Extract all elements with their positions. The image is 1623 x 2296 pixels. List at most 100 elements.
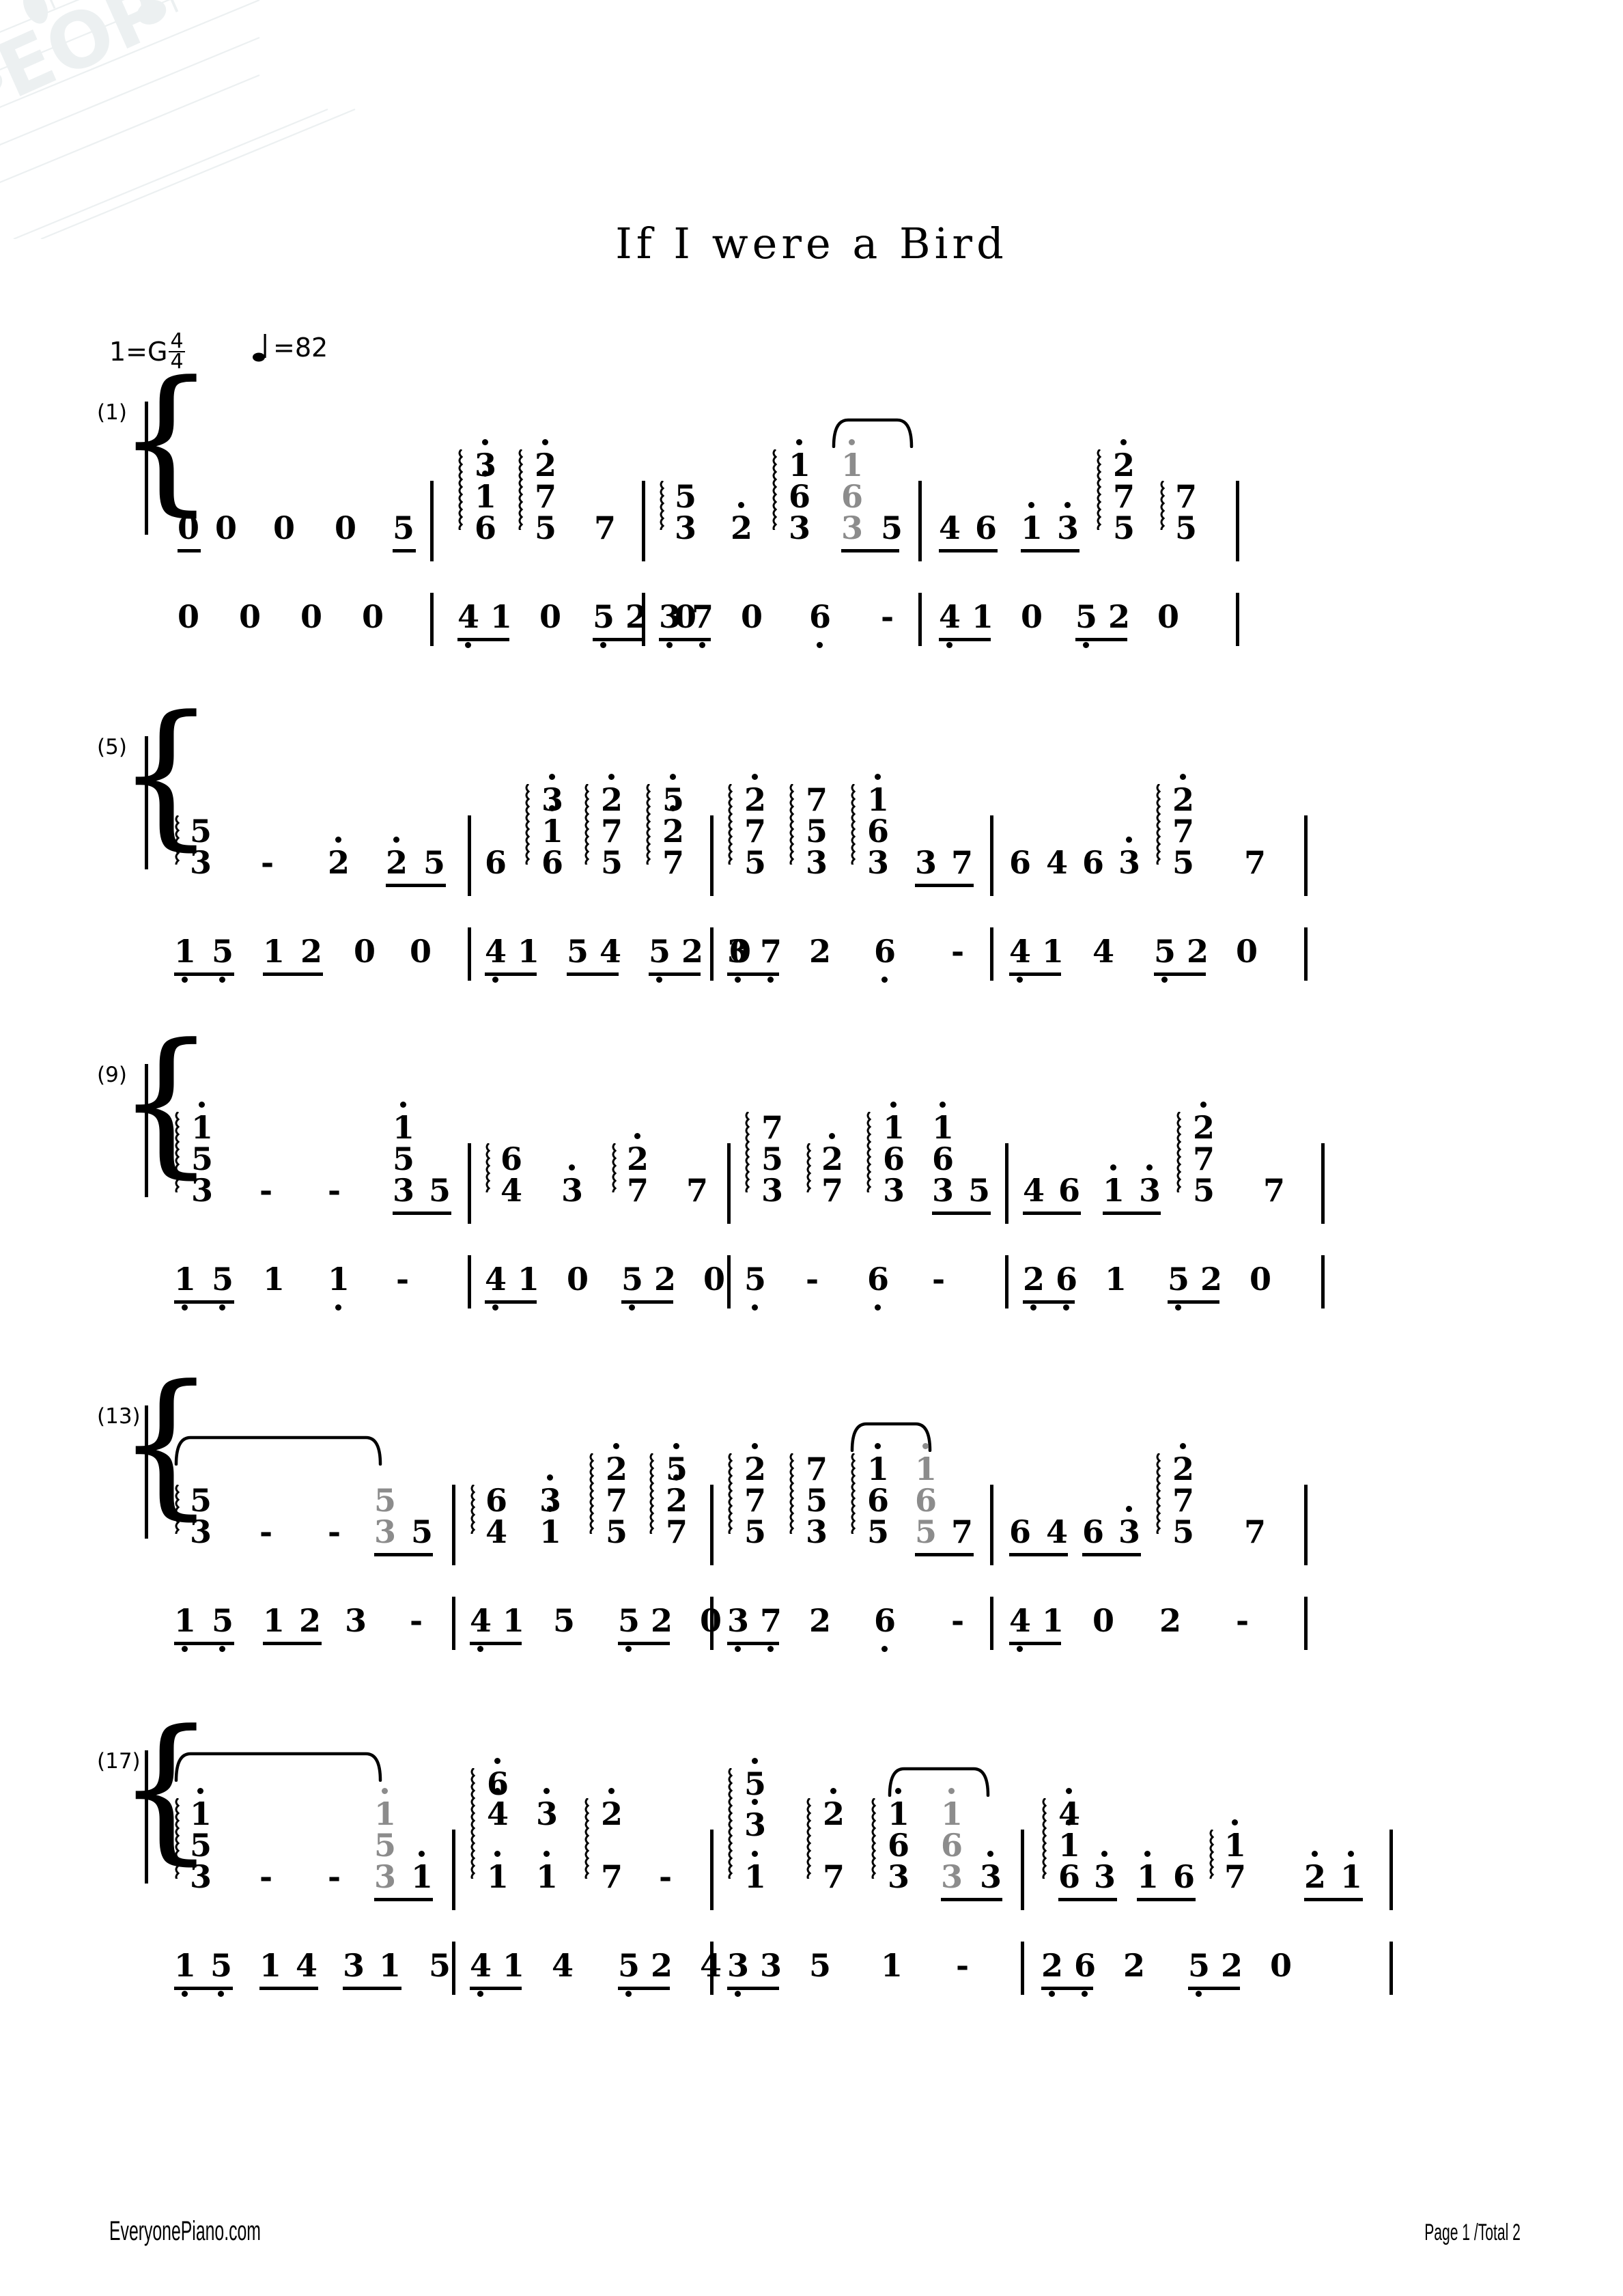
beam-line [178,549,201,552]
note-number: 6 [841,478,864,515]
octave-up-dot [382,1788,388,1794]
note-number: 1 [475,478,497,515]
note-number: 6 [1074,1947,1097,1984]
sustain-dash: - [806,1261,819,1298]
arpeggio-icon [728,784,733,865]
note-number: 7 [606,1482,628,1519]
note-number: 3 [932,1172,955,1209]
octave-down-dot [1161,977,1168,983]
beam-line [841,549,899,552]
note-number: 2 [821,1140,844,1177]
barline [710,1485,714,1565]
note-number: 7 [692,598,714,635]
arpeggio-icon [584,784,590,865]
beam-line [1058,1898,1117,1901]
beam-line [621,1300,673,1304]
beam-line [727,1987,779,1990]
sustain-dash: - [261,844,274,881]
sustain-dash: - [259,1172,273,1209]
sustain-dash: - [1236,1602,1250,1639]
note-number: 3 [1057,509,1079,546]
octave-up-dot [608,1788,615,1794]
barline [1389,1830,1393,1910]
beam-line [457,638,509,641]
rest-note: 0 [239,598,262,635]
note-number: 4 [457,598,480,635]
barline [468,927,471,981]
barline [452,1597,455,1650]
note-number: 2 [662,813,685,850]
note-number: 7 [601,1858,623,1895]
note-number: 3 [806,844,828,881]
beam-line [1168,1300,1219,1304]
note-number: 7 [535,478,557,515]
octave-up-dot [922,1443,929,1449]
barline [468,1143,471,1224]
barline [1304,1597,1308,1650]
footer-site-name[interactable]: EveryonePiano.com [109,2216,261,2247]
octave-down-dot [946,642,952,648]
note-number: 1 [1042,933,1064,970]
beam-line [1137,1898,1196,1901]
note-number: 6 [485,1482,508,1519]
beam-line [932,1212,991,1215]
note-number: 7 [1175,478,1198,515]
octave-down-dot [218,1991,224,1997]
beam-line [915,1553,974,1556]
note-number: 4 [599,933,622,970]
note-number: 7 [627,1172,649,1209]
sustain-dash: - [259,1513,273,1550]
note-number: 6 [475,509,497,546]
note-number: 7 [761,1109,784,1146]
octave-up-dot [400,1102,406,1108]
note-number: 1 [536,1858,559,1895]
octave-up-dot [738,502,744,508]
beam-line [386,884,446,887]
note-number: 5 [1154,933,1176,970]
barline [430,481,434,561]
octave-up-dot [796,439,802,445]
octave-up-dot [569,1164,575,1171]
beam-line [939,638,991,641]
note-number: 3 [190,1858,212,1895]
note-number: 7 [601,813,623,850]
note-number: 5 [806,813,828,850]
note-number: 1 [174,933,197,970]
note-number: 1 [411,1858,434,1895]
arpeggio-icon [649,1453,655,1534]
note-number: 5 [374,1827,397,1864]
rest-note: 0 [178,509,200,546]
sustain-dash: - [881,598,894,635]
note-number: 1 [1224,1827,1247,1864]
note-number: 1 [190,1795,212,1832]
barline [710,1597,714,1650]
eop-watermark: EOP [0,0,356,239]
note-number: 2 [386,844,408,881]
octave-up-dot [670,774,676,780]
note-number: 3 [867,844,890,881]
octave-down-dot [1017,1646,1023,1652]
arpeggio-icon [728,1453,733,1534]
beam-line [618,1642,670,1645]
note-number: 6 [541,844,564,881]
note-number: 5 [411,1513,434,1550]
arpeggio-icon [175,1112,180,1192]
note-number: 6 [1058,1858,1081,1895]
arpeggio-icon [789,784,795,865]
beam-line [1021,549,1079,552]
arpeggio-icon [1156,1453,1161,1534]
note-number: 1 [915,1451,937,1487]
sustain-dash: - [410,1602,423,1639]
tempo-marking: =82 [253,332,328,363]
beam-line [174,972,234,976]
note-number: 3 [191,1172,214,1209]
slur-icon [850,1422,932,1452]
octave-up-dot [670,805,676,811]
octave-down-dot [1049,1991,1055,1997]
arpeggio-icon [470,1485,476,1534]
note-number: 3 [727,1602,750,1639]
rest-note: 0 [354,933,376,970]
note-number: 7 [744,813,767,850]
rest-note: 0 [1250,1261,1272,1298]
octave-down-dot [182,1304,188,1311]
